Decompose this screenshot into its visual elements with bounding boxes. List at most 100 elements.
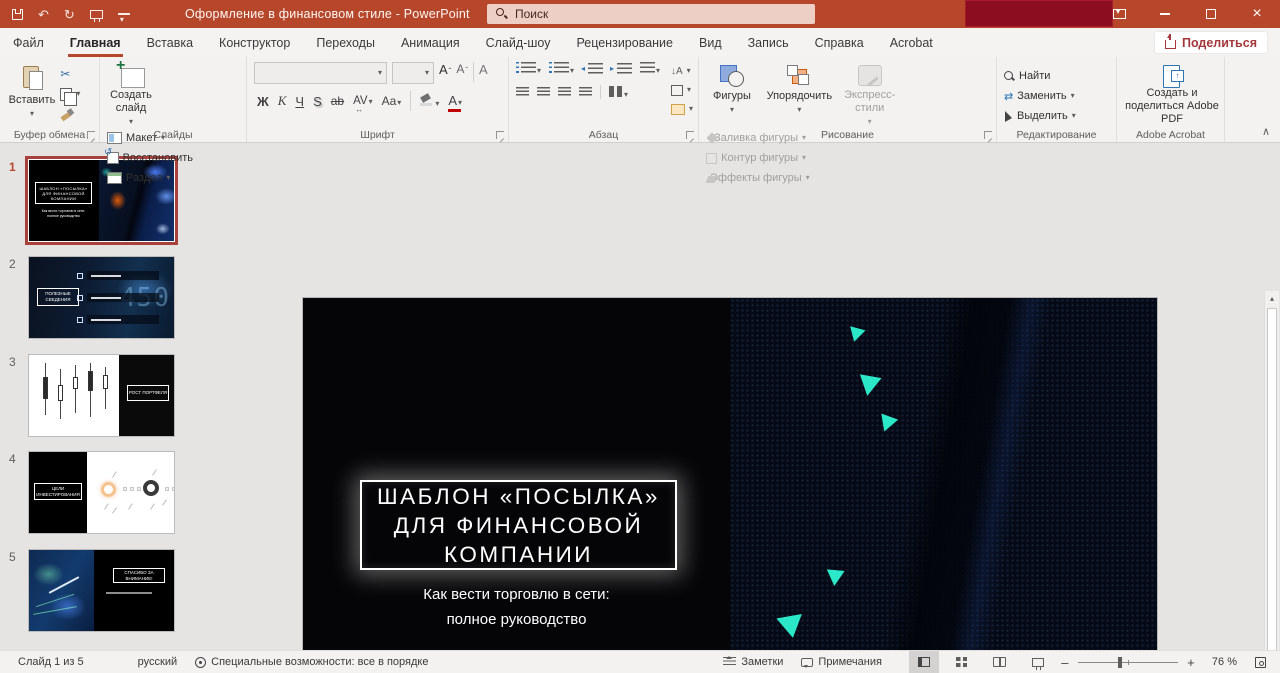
zoom-in-icon[interactable]: + xyxy=(1185,655,1197,670)
copy-button[interactable]: ▾ xyxy=(60,86,92,102)
font-size-combo[interactable]: ▾ xyxy=(392,62,434,84)
divider xyxy=(473,62,474,82)
scrollbar-thumb[interactable] xyxy=(1267,308,1277,673)
convert-smartart-button[interactable]: ▾ xyxy=(671,102,693,116)
quick-styles-button[interactable]: Экспресс-стили ▾ xyxy=(841,62,899,126)
paragraph-dialog-launcher[interactable] xyxy=(686,131,694,139)
share-button[interactable]: Поделиться xyxy=(1154,31,1268,54)
tab-home[interactable]: Главная xyxy=(57,28,134,57)
font-color-button[interactable]: А▾ xyxy=(448,93,462,110)
highlight-button[interactable]: ▾ xyxy=(420,94,439,108)
save-icon[interactable] xyxy=(12,9,23,20)
diagram-dash xyxy=(128,503,133,509)
slideshow-view-button[interactable] xyxy=(1023,651,1053,673)
customize-qat-icon[interactable] xyxy=(118,13,130,16)
close-button[interactable]: × xyxy=(1234,0,1280,28)
fit-to-window-button[interactable] xyxy=(1246,651,1280,673)
slide-thumbnail-5[interactable]: СПАСИБО ЗА ВНИМАНИЕ! xyxy=(29,550,174,631)
accessibility-status[interactable]: Специальные возможности: все в порядке xyxy=(186,651,437,673)
bold-button[interactable]: Ж xyxy=(257,94,269,109)
zoom-level[interactable]: 76 % xyxy=(1203,651,1246,673)
bullets-button[interactable]: ▾ xyxy=(516,62,541,75)
clear-formatting-button[interactable]: А xyxy=(479,62,488,77)
paste-button[interactable]: Вставить ▾ xyxy=(7,62,57,126)
tab-review[interactable]: Рецензирование xyxy=(563,28,686,57)
font-name-combo[interactable]: ▾ xyxy=(254,62,387,84)
undo-icon[interactable]: ↶ xyxy=(38,8,49,21)
find-button[interactable]: Найти xyxy=(1004,68,1108,84)
arrange-button[interactable]: Упорядочить ▾ xyxy=(761,62,837,126)
language-indicator[interactable]: русский xyxy=(129,651,186,673)
align-right-icon[interactable] xyxy=(558,87,571,98)
scroll-up-icon[interactable]: ▴ xyxy=(1265,291,1279,306)
reading-view-button[interactable] xyxy=(985,651,1015,673)
tab-record[interactable]: Запись xyxy=(735,28,802,57)
section-button[interactable]: Раздел▾ xyxy=(107,170,193,186)
minimize-button[interactable] xyxy=(1142,0,1188,28)
tab-slideshow[interactable]: Слайд-шоу xyxy=(473,28,564,57)
decrease-indent-icon[interactable] xyxy=(588,63,603,74)
zoom-track[interactable] xyxy=(1078,662,1178,663)
maximize-button[interactable] xyxy=(1188,0,1234,28)
slide-thumbnail-3[interactable]: РОСТ ПОРТФЕЛЯ xyxy=(29,355,174,436)
numbering-button[interactable]: ▾ xyxy=(549,62,574,75)
italic-button[interactable]: К xyxy=(278,93,287,109)
strikethrough-button[interactable]: ab xyxy=(331,94,344,108)
notes-toggle[interactable]: Заметки xyxy=(714,651,792,673)
slide-title-box[interactable]: ШАБЛОН «ПОСЫЛКА» ДЛЯ ФИНАНСОВОЙ КОМПАНИИ xyxy=(360,480,677,570)
ribbon-display-options-button[interactable] xyxy=(1096,0,1142,28)
align-center-icon[interactable] xyxy=(537,87,550,98)
tab-transitions[interactable]: Переходы xyxy=(303,28,388,57)
tab-file[interactable]: Файл xyxy=(0,28,57,57)
character-spacing-button[interactable]: AV▾ xyxy=(353,94,373,109)
shape-outline-button[interactable]: Контур фигуры▾ xyxy=(706,150,806,166)
format-painter-button[interactable] xyxy=(60,106,92,122)
clipboard-dialog-launcher[interactable] xyxy=(87,131,95,139)
tab-acrobat[interactable]: Acrobat xyxy=(877,28,946,57)
slide-subtitle[interactable]: Как вести торговлю в сети: полное руково… xyxy=(303,582,730,632)
columns-button[interactable]: ▾ xyxy=(609,86,628,99)
align-text-button[interactable]: ▾ xyxy=(671,83,693,97)
increase-font-button[interactable]: Аˆ xyxy=(439,62,451,79)
zoom-thumb[interactable] xyxy=(1118,657,1122,668)
tab-design[interactable]: Конструктор xyxy=(206,28,303,57)
slide-thumbnail-2[interactable]: 450 ПОЛЕЗНЫЕ СВЕДЕНИЯ xyxy=(29,257,174,338)
increase-indent-icon[interactable] xyxy=(617,63,632,74)
comments-toggle[interactable]: Примечания xyxy=(792,651,891,673)
search-box[interactable] xyxy=(487,4,815,24)
create-pdf-button[interactable]: Создать и поделиться Adobe PDF xyxy=(1124,62,1220,126)
zoom-out-icon[interactable]: – xyxy=(1059,655,1071,670)
new-slide-button[interactable]: Создать слайд ▾ xyxy=(107,62,155,126)
align-left-icon[interactable] xyxy=(516,87,529,98)
font-dialog-launcher[interactable] xyxy=(496,131,504,139)
drawing-dialog-launcher[interactable] xyxy=(984,131,992,139)
start-slideshow-icon[interactable] xyxy=(90,10,103,19)
underline-button[interactable]: Ч xyxy=(295,94,304,109)
tab-help[interactable]: Справка xyxy=(802,28,877,57)
vertical-scrollbar[interactable]: ▴ xyxy=(1264,291,1279,673)
reset-button[interactable]: Восстановить xyxy=(107,150,193,166)
slide-counter[interactable]: Слайд 1 из 5 xyxy=(0,651,93,673)
line-spacing-button[interactable]: ▾ xyxy=(640,62,660,75)
tab-view[interactable]: Вид xyxy=(686,28,735,57)
justify-icon[interactable] xyxy=(579,87,592,98)
collapse-ribbon-icon[interactable]: ∧ xyxy=(1262,125,1270,138)
replace-button[interactable]: ⇄Заменить▾ xyxy=(1004,88,1108,104)
redo-icon[interactable]: ↻ xyxy=(64,8,75,21)
zoom-slider[interactable]: – + xyxy=(1053,655,1203,670)
slide-thumbnail-4[interactable]: ЦЕЛИ ИНВЕСТИРОВАНИЯ xyxy=(29,452,174,533)
shapes-button[interactable]: Фигуры ▾ xyxy=(706,62,758,126)
change-case-button[interactable]: Aa▾ xyxy=(382,94,402,109)
search-input[interactable] xyxy=(515,7,775,21)
text-shadow-button[interactable]: S xyxy=(313,94,322,109)
normal-view-button[interactable] xyxy=(909,651,939,673)
shape-effects-button[interactable]: Эффекты фигуры▾ xyxy=(706,170,806,186)
select-button[interactable]: Выделить▾ xyxy=(1004,108,1108,124)
slide-sorter-button[interactable] xyxy=(947,651,977,673)
tab-animations[interactable]: Анимация xyxy=(388,28,473,57)
tab-insert[interactable]: Вставка xyxy=(134,28,206,57)
decrease-font-button[interactable]: Аˇ xyxy=(456,62,468,78)
cut-button[interactable]: ✂ xyxy=(60,66,92,82)
slide-canvas[interactable]: ШАБЛОН «ПОСЫЛКА» ДЛЯ ФИНАНСОВОЙ КОМПАНИИ… xyxy=(303,298,1157,673)
text-direction-button[interactable]: ↓А▾ xyxy=(671,64,693,78)
